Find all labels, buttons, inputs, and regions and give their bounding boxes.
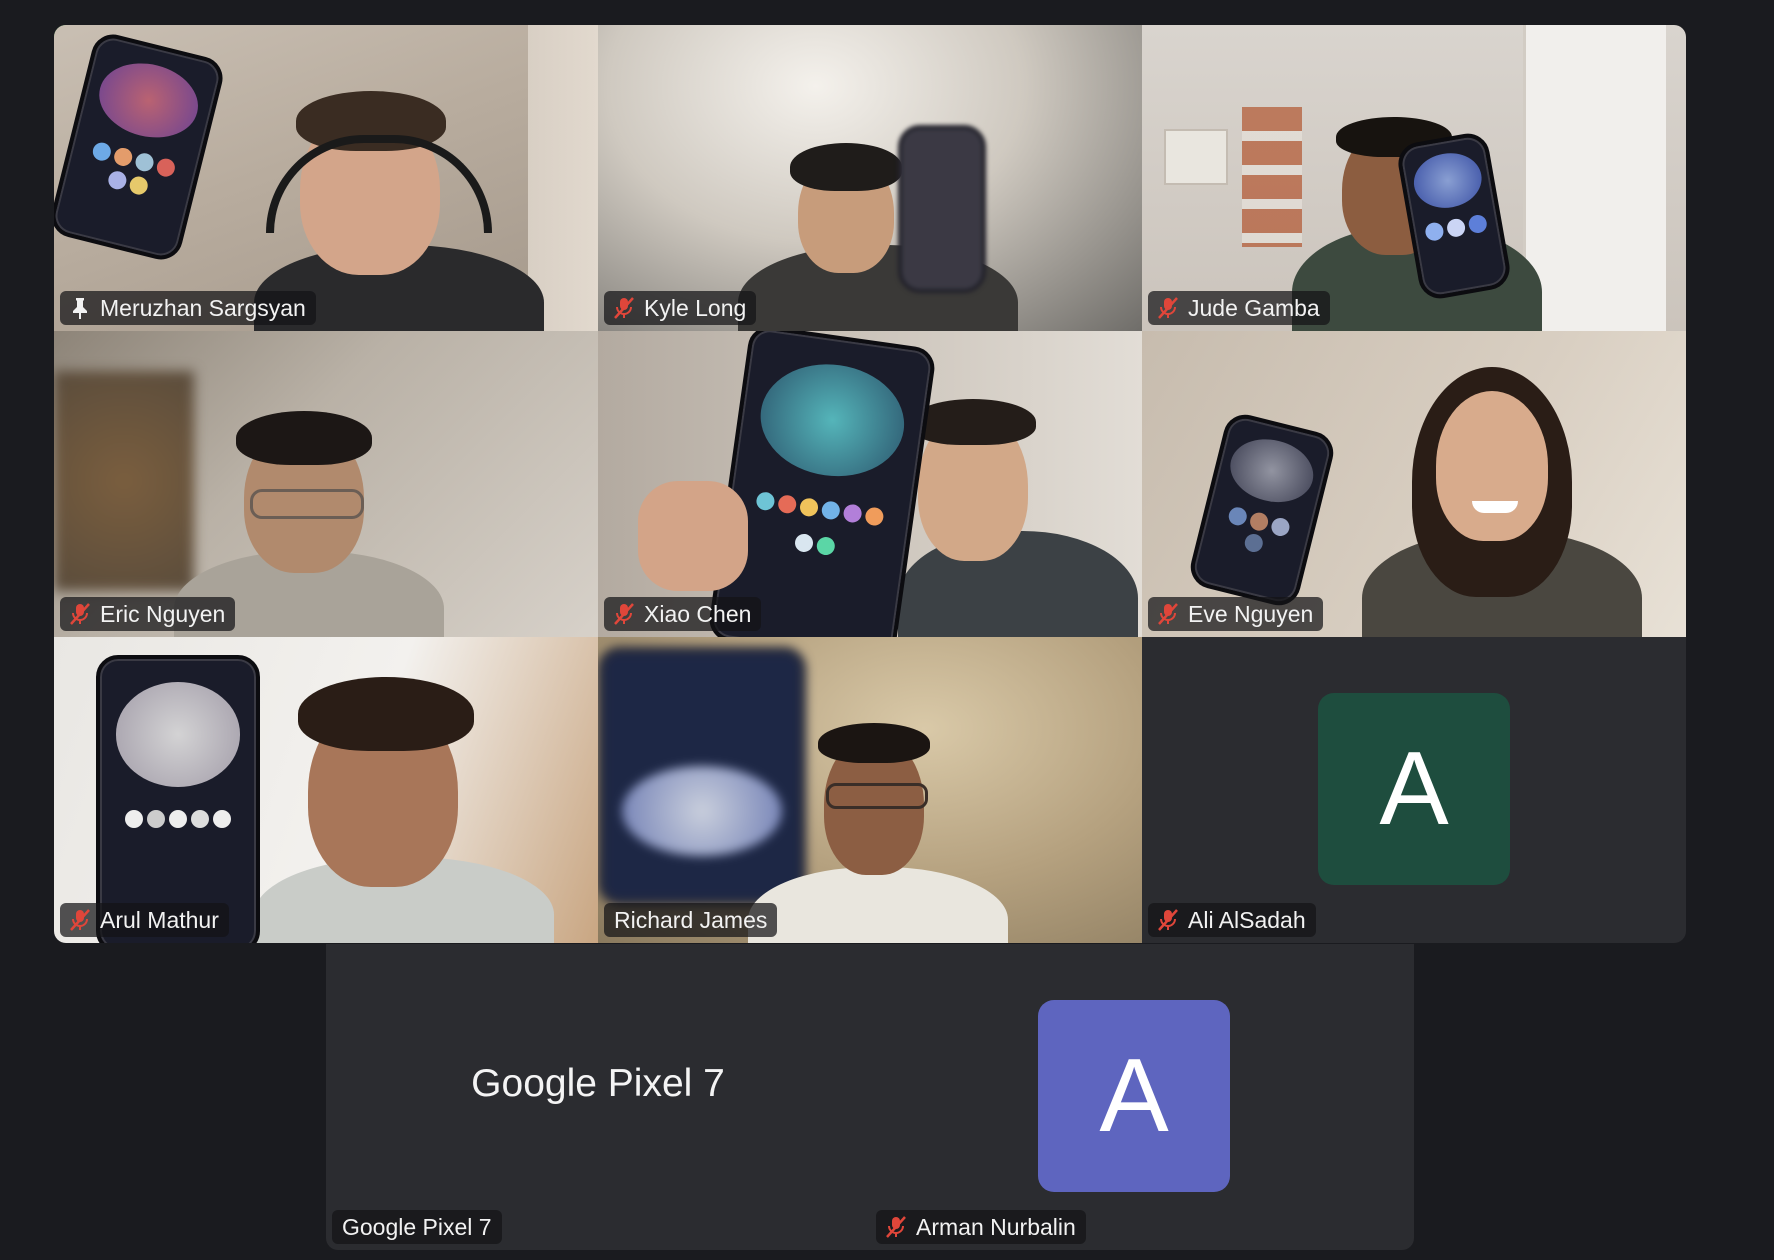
- participant-name: Meruzhan Sargsyan: [100, 294, 306, 321]
- participant-tile-eve-nguyen[interactable]: Eve Nguyen: [1142, 331, 1686, 637]
- video-feed: [598, 25, 1142, 331]
- video-meeting-gallery: Meruzhan Sargsyan Kyle Long Jude Gamba E…: [0, 0, 1774, 1260]
- participant-name: Xiao Chen: [644, 600, 752, 627]
- participant-tile-richard-james[interactable]: Richard James: [598, 637, 1142, 943]
- participant-tile-meruzhan-sargsyan[interactable]: Meruzhan Sargsyan: [54, 25, 598, 331]
- participant-name-tag: Jude Gamba: [1148, 291, 1330, 325]
- video-feed: [54, 331, 598, 637]
- participant-name: Arman Nurbalin: [916, 1213, 1076, 1240]
- participant-name-tag: Eve Nguyen: [1148, 597, 1324, 631]
- participant-name: Eve Nguyen: [1188, 600, 1314, 627]
- participant-name-tag: Eric Nguyen: [60, 597, 236, 631]
- participant-tile-jude-gamba[interactable]: Jude Gamba: [1142, 25, 1686, 331]
- mic-muted-icon[interactable]: [68, 602, 92, 626]
- participant-name-tag: Kyle Long: [604, 291, 757, 325]
- video-feed: [1142, 25, 1686, 331]
- participant-name-tag: Meruzhan Sargsyan: [60, 291, 316, 325]
- participant-name: Eric Nguyen: [100, 600, 226, 627]
- participant-name-tag: Arul Mathur: [60, 903, 229, 937]
- mic-muted-icon[interactable]: [884, 1215, 908, 1239]
- participant-name: Richard James: [614, 906, 768, 933]
- participant-tile-xiao-chen[interactable]: Xiao Chen: [598, 331, 1142, 637]
- mic-muted-icon[interactable]: [1156, 908, 1180, 932]
- video-feed: [54, 637, 598, 943]
- mic-muted-icon[interactable]: [1156, 296, 1180, 320]
- participant-tile-ali-alsadah[interactable]: A Ali AlSadah: [1142, 637, 1686, 943]
- participant-name: Ali AlSadah: [1188, 906, 1306, 933]
- video-feed: [1142, 331, 1686, 637]
- participant-name-tag: Google Pixel 7: [332, 1210, 502, 1244]
- mic-muted-icon[interactable]: [68, 908, 92, 932]
- participant-tile-arman-nurbalin[interactable]: A Arman Nurbalin: [870, 944, 1414, 1250]
- mic-muted-icon[interactable]: [612, 296, 636, 320]
- participant-name: Kyle Long: [644, 294, 747, 321]
- mic-muted-icon[interactable]: [1156, 602, 1180, 626]
- video-feed: [598, 331, 1142, 637]
- participant-name-tag: Xiao Chen: [604, 597, 762, 631]
- participant-tile-kyle-long[interactable]: Kyle Long: [598, 25, 1142, 331]
- device-name-display: Google Pixel 7: [471, 1062, 725, 1105]
- participant-name-tag: Arman Nurbalin: [876, 1210, 1086, 1244]
- participant-name-tag: Richard James: [604, 903, 778, 937]
- participant-name: Jude Gamba: [1188, 294, 1320, 321]
- participant-name: Arul Mathur: [100, 906, 219, 933]
- avatar: A: [1318, 693, 1510, 885]
- participant-name-tag: Ali AlSadah: [1148, 903, 1316, 937]
- avatar: A: [1038, 1000, 1230, 1192]
- video-feed: [54, 25, 598, 331]
- participant-name: Google Pixel 7: [342, 1213, 492, 1240]
- video-feed: [598, 637, 1142, 943]
- participant-row-bottom: Google Pixel 7 Google Pixel 7 A Arman Nu…: [326, 944, 1414, 1250]
- avatar-letter: A: [1379, 730, 1449, 847]
- participant-tile-eric-nguyen[interactable]: Eric Nguyen: [54, 331, 598, 637]
- avatar-letter: A: [1099, 1037, 1169, 1154]
- pin-icon[interactable]: [68, 296, 92, 320]
- participant-tile-google-pixel-7[interactable]: Google Pixel 7 Google Pixel 7: [326, 944, 870, 1250]
- participant-tile-arul-mathur[interactable]: Arul Mathur: [54, 637, 598, 943]
- mic-muted-icon[interactable]: [612, 602, 636, 626]
- participant-grid: Meruzhan Sargsyan Kyle Long Jude Gamba E…: [54, 25, 1686, 943]
